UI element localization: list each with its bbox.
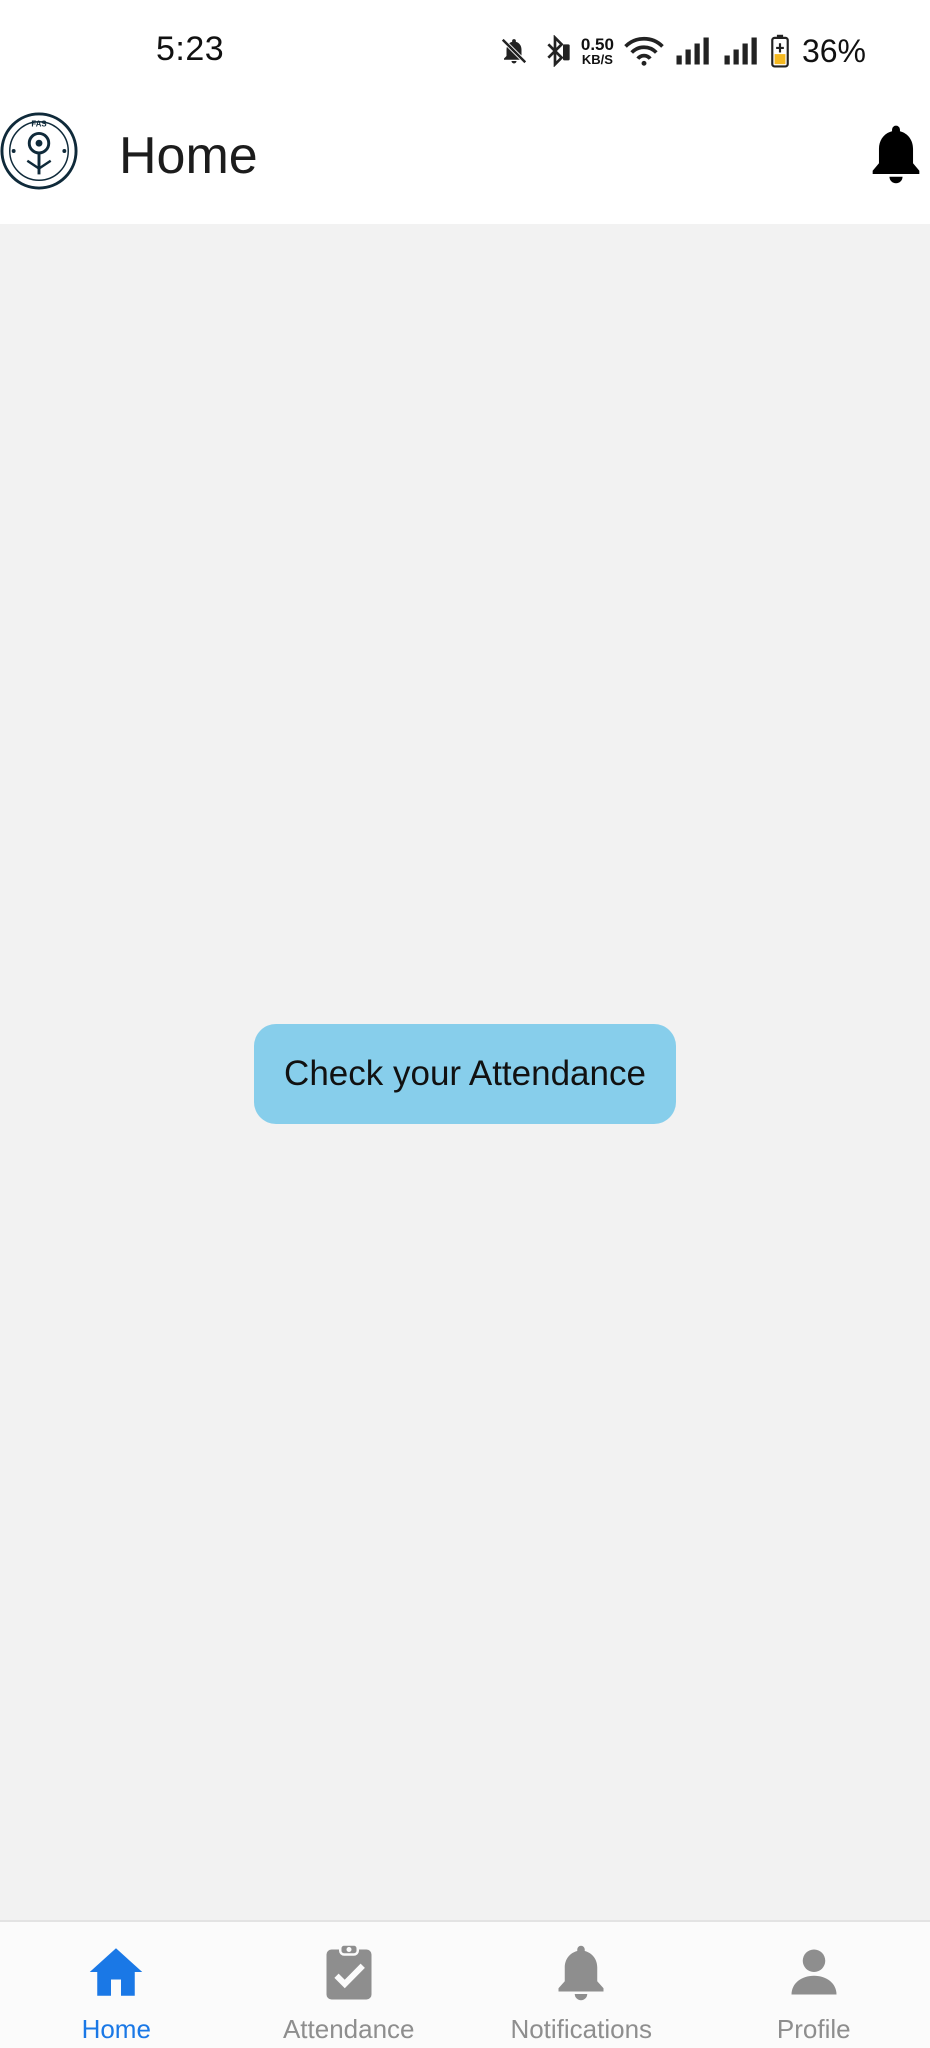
main-content: Check your Attendance bbox=[0, 224, 930, 1920]
person-icon bbox=[791, 1949, 837, 1995]
network-speed-unit: KB/S bbox=[581, 51, 613, 67]
home-screen: 5:23 0.50 KB/S 36% FAS Home Check your A… bbox=[0, 0, 930, 2048]
bell-icon bbox=[558, 1945, 604, 2001]
check-attendance-button[interactable]: Check your Attendance bbox=[254, 1024, 676, 1124]
nav-label-notifications: Notifications bbox=[510, 2014, 653, 2044]
network-speed-value: 0.50 bbox=[580, 34, 614, 54]
signal-icon bbox=[676, 37, 709, 65]
network-speed: 0.50 KB/S bbox=[581, 36, 614, 67]
app-logo: FAS bbox=[0, 112, 78, 190]
nav-label-home: Home bbox=[81, 2014, 151, 2044]
home-icon bbox=[90, 1948, 143, 1996]
status-time: 5:23 bbox=[156, 30, 225, 68]
bell-icon bbox=[872, 125, 920, 184]
nav-item-notifications[interactable]: Notifications bbox=[465, 1922, 698, 2048]
notifications-button[interactable] bbox=[868, 124, 924, 188]
bottom-nav: Home Attendance Notifications Profile bbox=[0, 1920, 930, 2048]
page-title: Home bbox=[119, 127, 258, 185]
bell-off-icon bbox=[501, 38, 527, 64]
signal-icon bbox=[724, 37, 757, 65]
nav-label-attendance: Attendance bbox=[282, 2014, 415, 2044]
nav-item-home[interactable]: Home bbox=[0, 1922, 233, 2048]
app-bar: FAS Home bbox=[0, 104, 930, 224]
nav-label-profile: Profile bbox=[776, 2014, 851, 2044]
battery-charging-icon bbox=[771, 34, 789, 68]
app-logo-text: FAS bbox=[31, 120, 46, 129]
nav-item-attendance[interactable]: Attendance bbox=[233, 1922, 466, 2048]
bluetooth-icon bbox=[547, 35, 570, 67]
status-bar: 5:23 0.50 KB/S 36% bbox=[0, 0, 930, 104]
status-icons: 0.50 KB/S 36% bbox=[499, 30, 866, 72]
wifi-icon bbox=[624, 36, 664, 66]
battery-percent: 36% bbox=[801, 32, 866, 69]
nav-item-profile[interactable]: Profile bbox=[698, 1922, 930, 2048]
clipboard-check-icon bbox=[326, 1943, 372, 2000]
